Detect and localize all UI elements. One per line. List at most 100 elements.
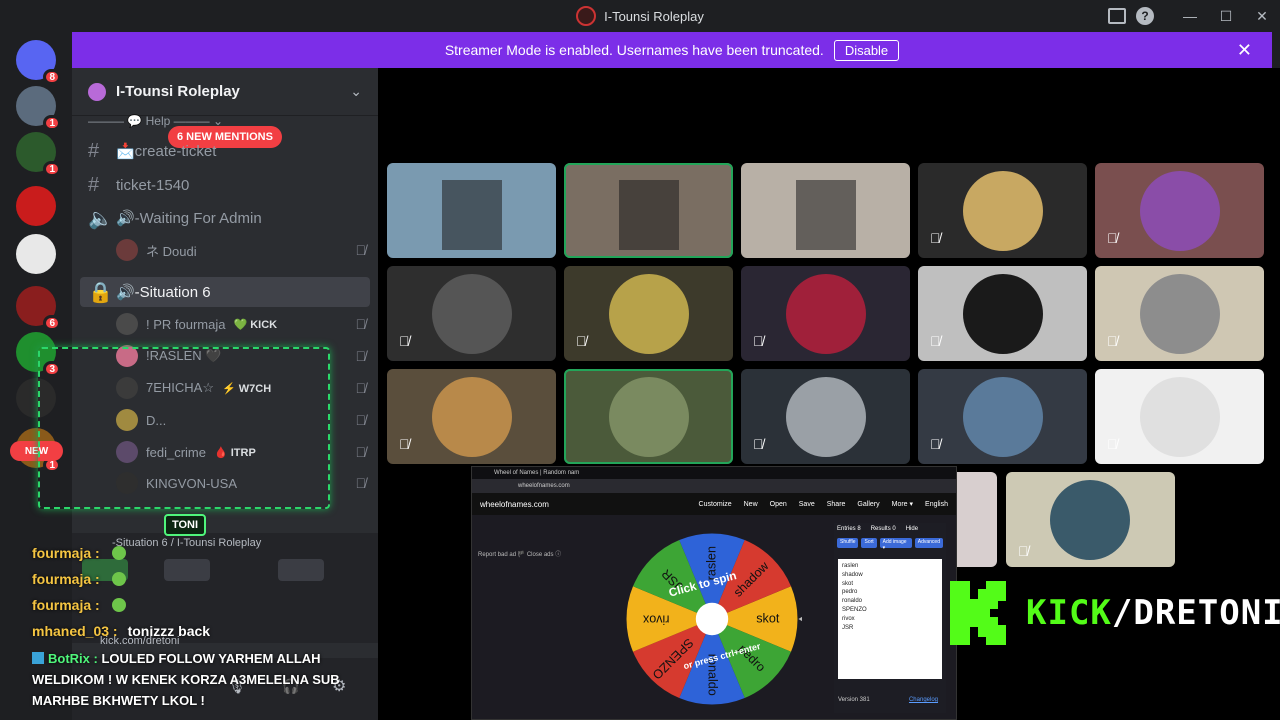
channel-label: ticket-1540 [116,176,190,194]
participant-tile[interactable]: 🎙̸ [1095,163,1264,258]
participant-avatar [431,273,512,354]
entries-button[interactable]: Sort [861,538,877,548]
participant-tile[interactable]: 🎙̸ [387,369,556,464]
toni-badge: TONI [164,514,206,536]
participant-tile[interactable]: 🎙̸ [564,266,733,361]
server-icon[interactable]: 8 [16,40,61,85]
bot-message: BotRix : LOULED FOLLOW YARHEM ALLAH WELD… [32,648,382,711]
disable-button[interactable]: Disable [833,39,900,61]
chat-line: mhaned_03 : tonizzz back [32,618,352,644]
channel-ticket-1540[interactable]: # ticket-1540 [80,170,370,200]
participant-avatar [785,376,866,457]
minimize-icon[interactable]: — [1172,0,1208,32]
participant-tile[interactable] [387,163,556,258]
help-icon[interactable]: ? [1136,7,1154,25]
entry-item: rivox [842,615,855,622]
title-bar: I-Tounsi Roleplay ? — ☐ ✕ [0,0,1280,32]
server-icon[interactable] [16,234,56,274]
muted-mic-icon: 🎙̸ [1018,543,1029,559]
muted-mic-icon: 🎙̸ [355,348,367,364]
version-label: Version 381 [838,697,870,703]
participant-tile[interactable] [564,163,733,258]
address-bar[interactable]: wheelofnames.com [472,479,956,493]
server-icon[interactable]: 1 [16,86,61,131]
channel-label: 📩create-ticket [116,143,217,160]
entries-tab[interactable]: Results 0 [871,526,896,532]
wheel-hub[interactable] [695,602,729,636]
site-menu-item[interactable]: Open [770,501,787,508]
muted-mic-icon: 🎙̸ [355,242,367,258]
server-header[interactable]: I-Tounsi Roleplay ⌄ [72,68,378,116]
chevron-down-icon[interactable]: ⌄ [350,83,362,100]
site-menu-item[interactable]: Gallery [857,501,879,508]
entry-item: SPENZO [842,606,867,613]
hash-icon: # [88,173,100,196]
maximize-icon[interactable]: ☐ [1208,0,1244,32]
entries-button[interactable]: Add image ▾ [879,538,912,551]
site-menu-item[interactable]: Share [827,501,846,508]
entries-button[interactable]: Shuffle [837,538,859,548]
entries-button[interactable]: Advanced [914,538,943,548]
mention-badge: 8 [43,69,61,85]
participant-tile[interactable]: 🎙̸ [741,369,910,464]
bot-name: BotRix : [48,651,98,666]
participant-tile[interactable]: 🎙̸ [1006,472,1175,567]
site-menu-item[interactable]: More ▾ [892,500,913,508]
site-menu-item[interactable]: New [744,501,758,508]
participant-tile[interactable]: 🎙̸ [387,266,556,361]
chat-nick: fourmaja : [32,597,100,613]
hash-icon: # [88,139,100,162]
wheel-svg[interactable]: skotpedroronaldoSPENZOrivoxJSR raslen shad… [622,529,808,709]
muted-mic-icon: 🎙̸ [399,436,410,452]
channel-label: 🔊-Waiting For Admin [116,210,262,227]
participant-tile[interactable]: 🎙̸ [1095,369,1264,464]
voice-user[interactable]: ネ Doudi 🎙̸ [116,235,366,265]
participant-tile[interactable]: 🎙̸ [741,266,910,361]
site-menu-item[interactable]: Save [799,501,815,508]
participant-avatar [962,376,1043,457]
participant-tile[interactable]: 🎙̸ [918,266,1087,361]
stream-chat-overlay: fourmaja : fourmaja : fourmaja : mhaned_03 … [32,540,352,644]
discord-window: I-Tounsi Roleplay ? — ☐ ✕ 811631 NEW Str… [0,0,1280,720]
participant-avatar [1139,376,1220,457]
participant-tile[interactable]: 🎙̸ [918,163,1087,258]
entries-tab[interactable]: Entries 8 [837,526,861,532]
site-brand[interactable]: wheelofnames.com [480,500,687,509]
entries-textarea[interactable]: raslen shadow skot pedro ronaldo SPENZO rivox J… [838,559,942,679]
server-icon[interactable]: 6 [16,286,61,331]
participant-tile[interactable]: 🎙̸ [918,369,1087,464]
inbox-icon[interactable] [1108,8,1126,24]
tile-partial [957,472,997,567]
site-menu-item[interactable]: English [925,501,948,508]
chat-nick: fourmaja : [32,545,100,561]
participant-tile[interactable] [741,163,910,258]
name-wheel[interactable]: skot pedro ronaldo SPENZO rivox JSR raslen shad… [622,529,808,709]
server-name: I-Tounsi Roleplay [116,83,240,100]
channel-create-ticket[interactable]: # 📩create-ticket [80,136,370,166]
overlay-frame [38,347,330,509]
window-title-text: I-Tounsi Roleplay [604,8,704,24]
entries-tab[interactable]: Hide [906,526,918,532]
participant-avatar [1050,480,1130,560]
participant-tile[interactable] [564,369,733,464]
entry-item: ronaldo [842,598,863,605]
server-icon[interactable] [16,186,56,226]
voice-user[interactable]: ! PR fourmaja 💚 KICK 🎙̸ [116,309,366,339]
camera-feed [795,180,856,251]
participant-tile[interactable]: 🎙̸ [1095,266,1264,361]
kick-overlay: KICK/DRETONI [946,578,1280,648]
muted-mic-icon: 🎙̸ [355,475,367,491]
browser-tab[interactable]: Wheel of Names | Random nam [472,467,956,479]
participant-avatar [962,170,1043,251]
close-icon[interactable]: ✕ [1244,0,1280,32]
site-menu-item[interactable]: Customize [699,501,732,508]
entry-item: skot [842,580,854,587]
voice-channel-situation-6[interactable]: 🔒 🔊-Situation 6 [80,277,370,307]
close-banner-icon[interactable]: ✕ [1237,40,1252,61]
server-icon[interactable]: 1 [16,132,61,177]
ad-controls[interactable]: Report bad ad 🏴 Close ads ⓘ [478,549,561,558]
voice-channel-waiting[interactable]: 🔈 🔊-Waiting For Admin [80,203,370,233]
avatar [116,313,138,335]
channel-label: 🔊-Situation 6 [116,284,211,301]
changelog-link[interactable]: Changelog [909,697,938,703]
